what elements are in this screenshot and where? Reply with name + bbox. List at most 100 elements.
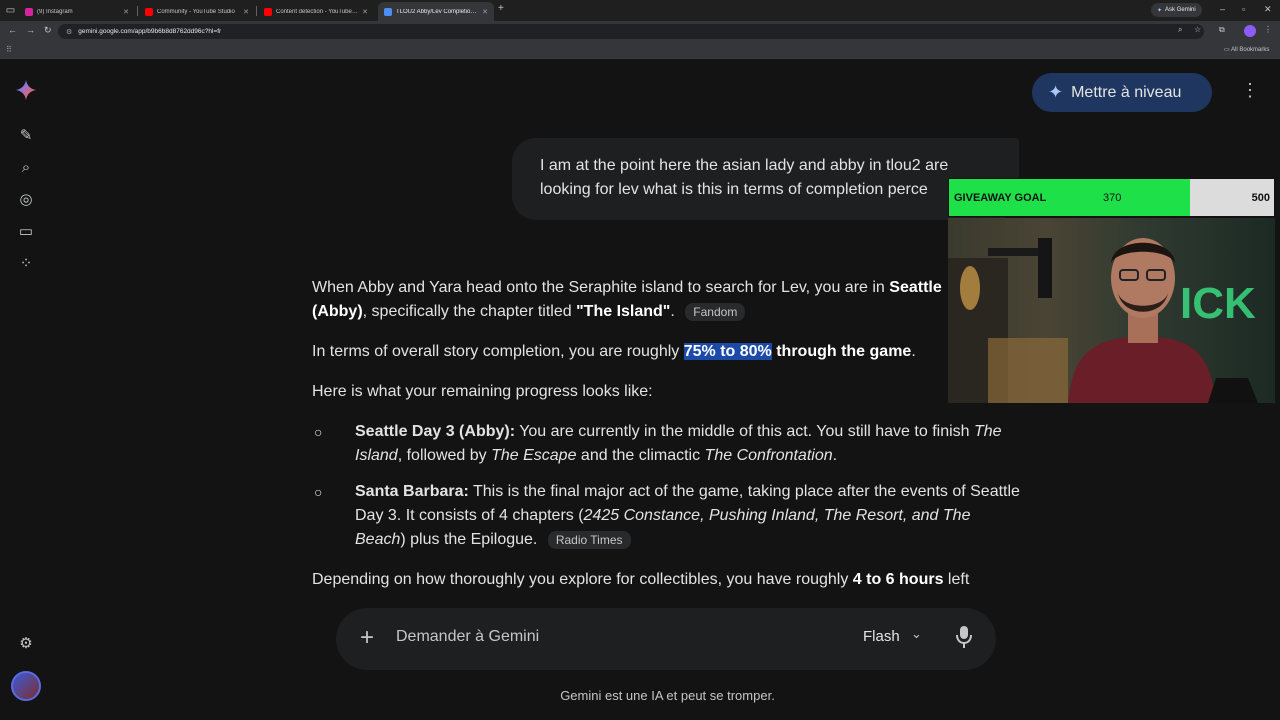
- instagram-icon: [25, 7, 33, 16]
- ask-gemini-label: Ask Gemini: [1165, 7, 1196, 13]
- reload-icon[interactable]: ↻: [44, 25, 52, 36]
- webcam-image: ICK: [948, 218, 1275, 403]
- text-span: Here is what your remaining progress loo…: [312, 383, 653, 400]
- gemini-logo-icon[interactable]: [15, 79, 37, 101]
- tab-youtube-community[interactable]: Community - YouTube Studio ✕: [139, 2, 255, 21]
- bullet-icon: ○: [314, 424, 323, 440]
- gems-icon[interactable]: ◎: [16, 190, 36, 210]
- tab-title: Community - YouTube Studio: [157, 8, 235, 15]
- youtube-icon: [145, 7, 153, 16]
- source-chip-fandom[interactable]: Fandom: [685, 302, 746, 321]
- library-icon[interactable]: ▭: [16, 222, 36, 242]
- apps-icon[interactable]: ⁘: [16, 254, 36, 274]
- prompt-input-bar[interactable]: + Demander à Gemini Flash ⌄: [336, 608, 996, 670]
- chapter-title: "The Island": [576, 303, 671, 320]
- bold-span: through the game: [771, 343, 912, 360]
- url-text: gemini.google.com/app/b9b6b8d8762dd96c?h…: [78, 28, 222, 35]
- tab-separator: [256, 6, 257, 16]
- giveaway-goal-bar: GIVEAWAY GOAL 370 500: [948, 178, 1275, 217]
- scroll-fade: [300, 590, 1020, 610]
- all-bookmarks-folder[interactable]: ▭ All Bookmarks: [1224, 46, 1269, 53]
- tab-title: (9) Instagram: [37, 8, 73, 15]
- address-bar-row: ← → ↻ ⚙ gemini.google.com/app/b9b6b8d876…: [0, 21, 1280, 42]
- list-item: Seattle Day 3 (Abby): You are currently …: [355, 420, 1023, 468]
- add-attachment-icon[interactable]: +: [360, 624, 374, 652]
- text-span: Depending on how thoroughly you explore …: [312, 571, 853, 588]
- upgrade-button[interactable]: ✦ Mettre à niveau: [1032, 73, 1212, 112]
- list-item-title: Santa Barbara:: [355, 483, 469, 500]
- ask-gemini-button[interactable]: ✦ Ask Gemini: [1151, 3, 1202, 17]
- back-icon[interactable]: ←: [8, 25, 17, 35]
- chevron-down-icon[interactable]: ⌄: [911, 626, 922, 642]
- tab-instagram[interactable]: (9) Instagram ✕: [19, 2, 135, 21]
- model-selector-label[interactable]: Flash: [863, 628, 900, 645]
- folder-icon: ▭: [1224, 47, 1232, 53]
- bold-span: 4 to 6 hours: [852, 571, 944, 588]
- close-icon[interactable]: ✕: [123, 8, 129, 16]
- italic-span: The Confrontation: [704, 447, 833, 464]
- text-span: left: [943, 571, 970, 588]
- search-icon[interactable]: ⌕: [16, 158, 36, 178]
- bold-span: Seattle: [889, 279, 942, 296]
- tab-youtube-content[interactable]: Content detection - YouTube St ✕: [258, 2, 374, 21]
- list-item-title: Seattle Day 3 (Abby):: [355, 423, 516, 440]
- more-options-icon[interactable]: ⋮: [1240, 80, 1260, 104]
- site-info-icon[interactable]: ⚙: [66, 28, 72, 36]
- goal-label: GIVEAWAY GOAL: [954, 192, 1047, 204]
- minimize-icon[interactable]: –: [1220, 4, 1225, 14]
- browser-profile-avatar[interactable]: [1244, 25, 1256, 37]
- bookmark-star-icon[interactable]: ☆: [1194, 25, 1201, 34]
- webcam-overlay: ICK: [948, 218, 1275, 403]
- maximize-icon[interactable]: ▫: [1242, 4, 1245, 14]
- gemini-spark-icon: ✦: [1157, 7, 1163, 14]
- apps-grid-icon[interactable]: ⠿: [6, 45, 12, 54]
- text-span: .: [832, 447, 838, 464]
- tab-title: Content detection - YouTube St: [276, 8, 359, 15]
- tab-title: TLOU2 Abby/Lev Completion Pr: [396, 8, 479, 15]
- prompt-input[interactable]: Demander à Gemini: [396, 628, 539, 646]
- forward-icon[interactable]: →: [26, 25, 35, 35]
- text-span: You are currently in the middle of this …: [515, 423, 974, 440]
- all-bookmarks-label: All Bookmarks: [1231, 47, 1270, 53]
- omnibox[interactable]: ⚙ gemini.google.com/app/b9b6b8d8762dd96c…: [58, 24, 1204, 39]
- user-message: I am at the point here the asian lady an…: [512, 138, 1019, 220]
- text-span: , specifically the chapter titled: [362, 303, 577, 320]
- bookmarks-bar: ⠿ ▭ All Bookmarks: [0, 42, 1280, 59]
- goal-current: 370: [1103, 192, 1122, 204]
- text-span: .: [670, 303, 675, 320]
- close-window-icon[interactable]: ✕: [1264, 4, 1272, 15]
- text-span: .: [911, 343, 916, 360]
- microphone-icon[interactable]: [954, 624, 974, 650]
- user-message-text: I am at the point here the asian lady an…: [540, 157, 949, 198]
- source-chip-radio-times[interactable]: Radio Times: [547, 530, 631, 549]
- browser-tab-bar: ▭ (9) Instagram ✕ Community - YouTube St…: [0, 0, 1280, 21]
- gemini-favicon-icon: [384, 7, 392, 16]
- goal-max: 500: [1251, 192, 1270, 204]
- text-span: When Abby and Yara head onto the Seraphi…: [312, 279, 890, 296]
- close-icon[interactable]: ✕: [362, 8, 368, 16]
- youtube-icon: [264, 7, 272, 16]
- menu-kebab-icon[interactable]: ⋮: [1264, 25, 1272, 34]
- text-span: , followed by: [397, 447, 492, 464]
- tab-separator: [137, 6, 138, 16]
- response-paragraph-3: Here is what your remaining progress loo…: [312, 380, 1022, 404]
- tab-search-icon[interactable]: ▭: [4, 4, 17, 17]
- settings-icon[interactable]: ⚙: [16, 634, 36, 654]
- extensions-icon[interactable]: ⧉: [1219, 25, 1225, 35]
- close-icon[interactable]: ✕: [482, 8, 488, 16]
- italic-span: The Escape: [491, 447, 577, 464]
- response-paragraph-1: When Abby and Yara head onto the Seraphi…: [312, 276, 1022, 324]
- tab-gemini-active[interactable]: TLOU2 Abby/Lev Completion Pr ✕: [378, 2, 494, 21]
- bullet-icon: ○: [314, 484, 323, 500]
- new-chat-icon[interactable]: ✎: [16, 126, 36, 146]
- highlighted-percentage: 75% to 80%: [683, 343, 772, 360]
- text-span: In terms of overall story completion, yo…: [312, 343, 684, 360]
- italic-span: The: [973, 423, 1002, 440]
- bold-span: (Abby): [312, 303, 363, 320]
- list-item: Santa Barbara: This is the final major a…: [355, 480, 1023, 552]
- disclaimer-text: Gemini est une IA et peut se tromper.: [560, 688, 775, 703]
- neon-sign-text: ICK: [1180, 279, 1256, 328]
- zoom-icon[interactable]: ⌕: [1178, 25, 1182, 35]
- close-icon[interactable]: ✕: [243, 8, 249, 16]
- new-tab-button[interactable]: +: [498, 3, 504, 14]
